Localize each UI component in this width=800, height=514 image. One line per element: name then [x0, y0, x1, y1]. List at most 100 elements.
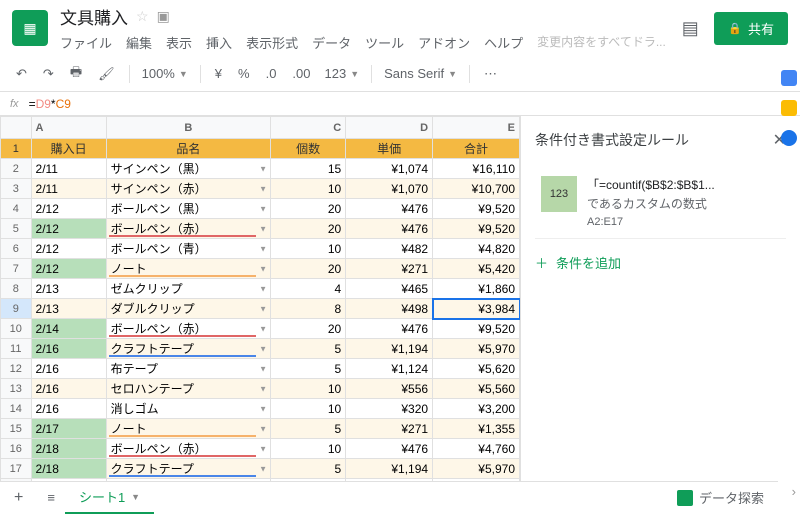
- cell[interactable]: ¥320: [346, 399, 433, 419]
- cell[interactable]: 10: [271, 439, 346, 459]
- menu-addons[interactable]: アドオン: [418, 33, 470, 52]
- row-header[interactable]: 17: [1, 459, 32, 479]
- cell[interactable]: クラフトテープ▼: [106, 339, 270, 359]
- format-123-dropdown[interactable]: 123▼: [321, 66, 364, 81]
- dropdown-icon[interactable]: ▼: [259, 464, 267, 473]
- menu-edit[interactable]: 編集: [126, 33, 152, 52]
- changes-text[interactable]: 変更内容をすべてドラ...: [537, 33, 666, 52]
- cell[interactable]: 5: [271, 459, 346, 479]
- row-header[interactable]: 11: [1, 339, 32, 359]
- chevron-right-icon[interactable]: ›: [792, 484, 796, 499]
- add-rule-button[interactable]: ＋条件を追加: [535, 253, 786, 272]
- menu-view[interactable]: 表示: [166, 33, 192, 52]
- cell[interactable]: ¥476: [346, 319, 433, 339]
- cell[interactable]: ¥271: [346, 259, 433, 279]
- cell[interactable]: ¥5,620: [433, 359, 520, 379]
- cell[interactable]: 2/18: [31, 459, 106, 479]
- cell[interactable]: ¥10,700: [433, 179, 520, 199]
- cell[interactable]: 2/18: [31, 439, 106, 459]
- dropdown-icon[interactable]: ▼: [259, 224, 267, 233]
- row-header[interactable]: 14: [1, 399, 32, 419]
- cell[interactable]: ボールペン（青）▼: [106, 239, 270, 259]
- cell[interactable]: ¥1,070: [346, 179, 433, 199]
- row-header[interactable]: 12: [1, 359, 32, 379]
- col-header[interactable]: B: [106, 117, 270, 139]
- col-header[interactable]: C: [271, 117, 346, 139]
- cell[interactable]: ボールペン（黒）▼: [106, 199, 270, 219]
- cell[interactable]: ノート▼: [106, 419, 270, 439]
- cell[interactable]: ¥476: [346, 219, 433, 239]
- format-rule[interactable]: 123 「=countif($B$2:$B$1... であるカスタムの数式 A2…: [535, 166, 786, 239]
- add-sheet-button[interactable]: +: [0, 489, 37, 507]
- paint-format-button[interactable]: 🖌: [92, 62, 121, 86]
- cell[interactable]: ¥1,355: [433, 419, 520, 439]
- cell[interactable]: サインペン（赤）▼: [106, 179, 270, 199]
- redo-button[interactable]: ↷: [37, 62, 60, 86]
- cell[interactable]: 2/11: [31, 179, 106, 199]
- cell[interactable]: 2/17: [31, 419, 106, 439]
- cell[interactable]: 2/12: [31, 219, 106, 239]
- menu-help[interactable]: ヘルプ: [484, 33, 523, 52]
- dropdown-icon[interactable]: ▼: [259, 244, 267, 253]
- more-button[interactable]: ⋯: [478, 62, 503, 86]
- menu-format[interactable]: 表示形式: [246, 33, 298, 52]
- share-button[interactable]: 🔒共有: [714, 12, 788, 45]
- row-header[interactable]: 6: [1, 239, 32, 259]
- cell[interactable]: セロハンテープ▼: [106, 379, 270, 399]
- cell[interactable]: 2/12: [31, 199, 106, 219]
- cell[interactable]: ¥476: [346, 199, 433, 219]
- dropdown-icon[interactable]: ▼: [259, 284, 267, 293]
- cell[interactable]: 個数: [271, 139, 346, 159]
- cell[interactable]: 合計: [433, 139, 520, 159]
- row-header[interactable]: 3: [1, 179, 32, 199]
- cell[interactable]: ¥1,860: [433, 279, 520, 299]
- calendar-icon[interactable]: [781, 70, 797, 86]
- cell[interactable]: 5: [271, 359, 346, 379]
- cell[interactable]: 2/11: [31, 159, 106, 179]
- dropdown-icon[interactable]: ▼: [259, 264, 267, 273]
- decimal-dec-button[interactable]: .0: [260, 62, 283, 85]
- cell[interactable]: ボールペン（赤）▼: [106, 439, 270, 459]
- cell[interactable]: 10: [271, 399, 346, 419]
- print-button[interactable]: 🖶: [64, 59, 88, 89]
- row-header[interactable]: 5: [1, 219, 32, 239]
- cell[interactable]: ¥556: [346, 379, 433, 399]
- font-dropdown[interactable]: Sans Serif▼: [380, 66, 461, 81]
- cell[interactable]: ¥4,760: [433, 439, 520, 459]
- dropdown-icon[interactable]: ▼: [259, 324, 267, 333]
- cell[interactable]: 2/13: [31, 279, 106, 299]
- cell[interactable]: ¥3,984: [433, 299, 520, 319]
- cell[interactable]: ¥1,124: [346, 359, 433, 379]
- cell[interactable]: 2/16: [31, 399, 106, 419]
- row-header[interactable]: 2: [1, 159, 32, 179]
- dropdown-icon[interactable]: ▼: [259, 384, 267, 393]
- cell[interactable]: ダブルクリップ▼: [106, 299, 270, 319]
- keep-icon[interactable]: [781, 100, 797, 116]
- dropdown-icon[interactable]: ▼: [259, 204, 267, 213]
- cell[interactable]: ¥1,194: [346, 339, 433, 359]
- menu-insert[interactable]: 挿入: [206, 33, 232, 52]
- cell[interactable]: 2/12: [31, 239, 106, 259]
- cell[interactable]: ¥5,970: [433, 459, 520, 479]
- doc-title[interactable]: 文具購入: [60, 4, 128, 29]
- cell[interactable]: ¥3,200: [433, 399, 520, 419]
- cell[interactable]: 消しゴム▼: [106, 399, 270, 419]
- currency-button[interactable]: ¥: [209, 62, 228, 85]
- cell[interactable]: ¥9,520: [433, 319, 520, 339]
- cell[interactable]: 5: [271, 339, 346, 359]
- tasks-icon[interactable]: [781, 130, 797, 146]
- col-header[interactable]: A: [31, 117, 106, 139]
- cell[interactable]: 品名: [106, 139, 270, 159]
- col-header[interactable]: D: [346, 117, 433, 139]
- sheet-tab[interactable]: シート1▼: [65, 481, 154, 514]
- cell[interactable]: 20: [271, 319, 346, 339]
- row-header[interactable]: 13: [1, 379, 32, 399]
- menu-data[interactable]: データ: [312, 33, 351, 52]
- dropdown-icon[interactable]: ▼: [259, 424, 267, 433]
- cell[interactable]: 購入日: [31, 139, 106, 159]
- cell[interactable]: 単価: [346, 139, 433, 159]
- cell[interactable]: 4: [271, 279, 346, 299]
- cell[interactable]: ¥9,520: [433, 199, 520, 219]
- cell[interactable]: 10: [271, 379, 346, 399]
- cell[interactable]: ¥5,420: [433, 259, 520, 279]
